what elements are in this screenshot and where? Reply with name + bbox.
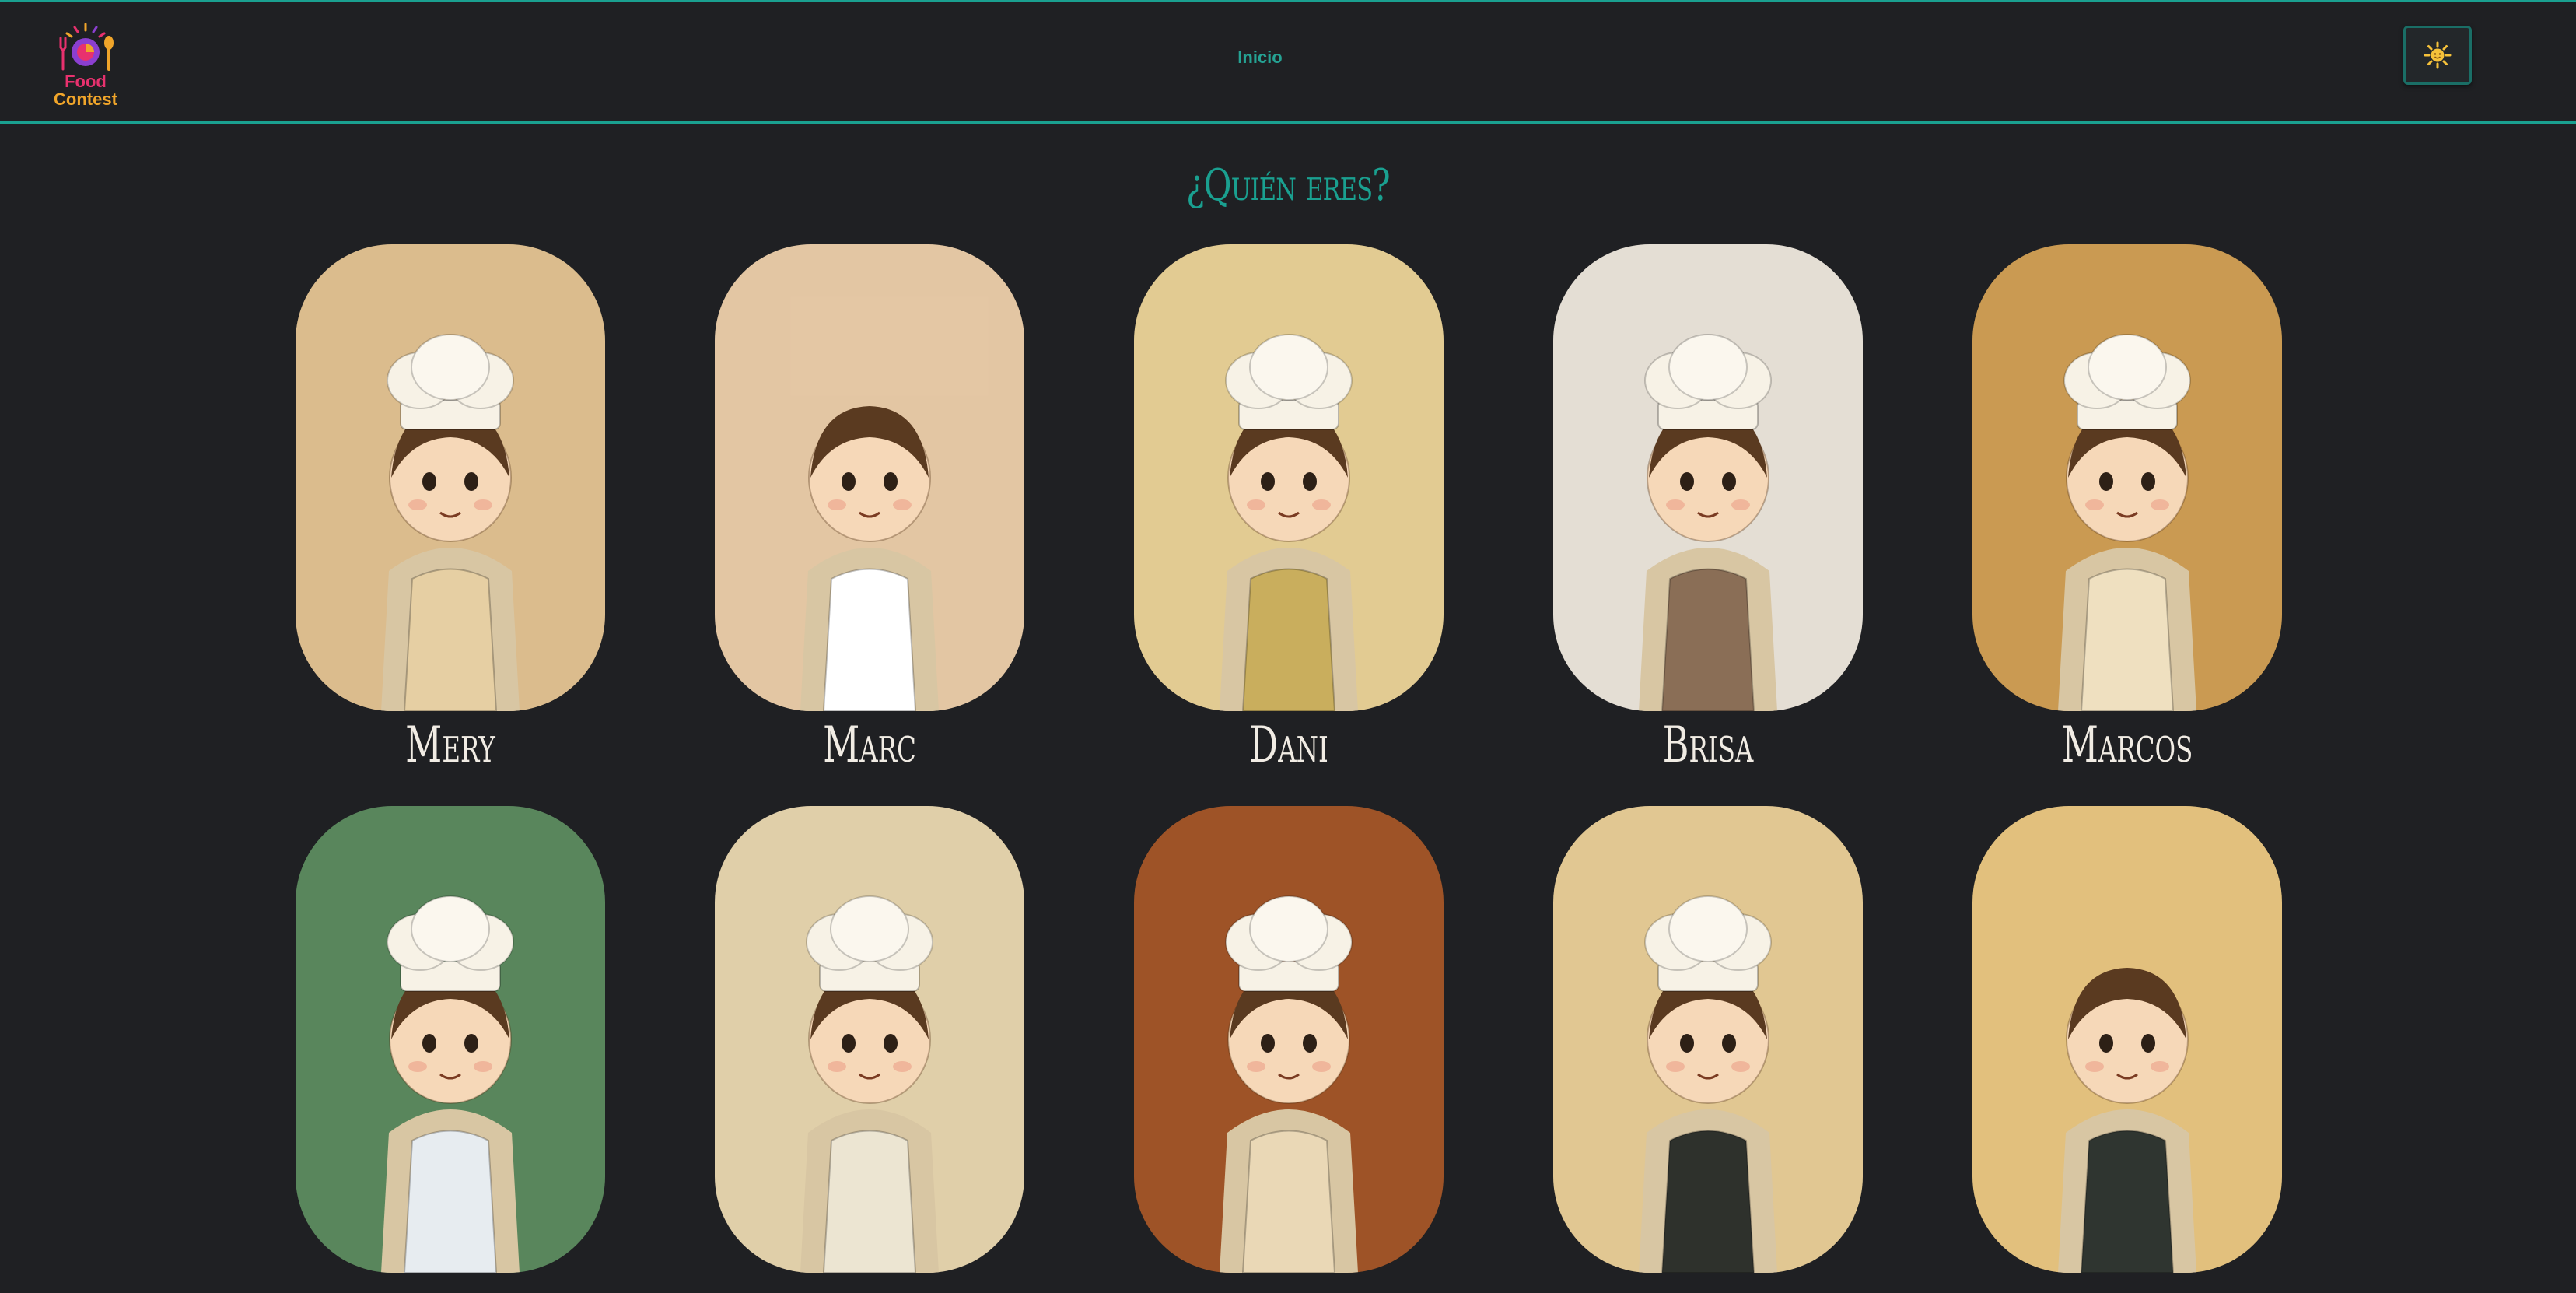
profile-card[interactable] <box>1972 806 2282 1273</box>
chef-illustration <box>1134 244 1444 711</box>
chef-illustration <box>296 806 605 1273</box>
profile-card-dani[interactable] <box>1134 244 1444 711</box>
profile-card[interactable] <box>296 806 605 1273</box>
chef-avatar-image <box>1134 806 1444 1273</box>
profile-card-marcos[interactable] <box>1972 244 2282 711</box>
profile-name[interactable]: Mery <box>339 714 562 776</box>
profile-card-mery[interactable] <box>296 244 605 711</box>
chef-illustration <box>1553 806 1863 1273</box>
profile-name[interactable]: Brisa <box>1597 714 1820 776</box>
profile-card-brisa[interactable] <box>1553 244 1863 711</box>
nav-link-inicio[interactable]: Inicio <box>1213 46 1307 69</box>
chef-avatar-image <box>1134 244 1444 711</box>
header-divider <box>0 121 2576 124</box>
chef-illustration <box>715 806 1024 1273</box>
chef-avatar-image <box>715 806 1024 1273</box>
chef-avatar-image <box>1553 806 1863 1273</box>
chef-avatar-image <box>1972 244 2282 711</box>
profile-card[interactable] <box>715 806 1024 1273</box>
profile-card[interactable] <box>1553 806 1863 1273</box>
profile-name[interactable]: Dani <box>1178 714 1401 776</box>
profile-card[interactable] <box>1134 806 1444 1273</box>
chef-avatar-image <box>296 806 605 1273</box>
chef-illustration <box>296 244 605 711</box>
profile-name[interactable]: Marcos <box>2016 714 2239 776</box>
profile-name[interactable]: Marc <box>758 714 982 776</box>
page: Food Contest Inicio ¿Quién eres? Mery Ma… <box>0 0 2576 1293</box>
chef-avatar-image <box>1553 244 1863 711</box>
profile-card-marc[interactable] <box>715 244 1024 711</box>
chef-illustration <box>715 244 1024 711</box>
page-title: ¿Quién eres? <box>1186 160 1391 211</box>
theme-toggle-button[interactable] <box>2403 26 2472 85</box>
chef-illustration <box>1134 806 1444 1273</box>
food-contest-logo[interactable]: Food Contest <box>48 21 123 110</box>
chef-avatar-image <box>296 244 605 711</box>
logo-text-line2: Contest <box>54 89 117 109</box>
top-navbar: Food Contest Inicio <box>0 0 2576 124</box>
chef-illustration <box>1553 244 1863 711</box>
fork-spoon-plate-icon <box>59 23 114 71</box>
chef-avatar-image <box>1972 806 2282 1273</box>
chef-illustration <box>1972 244 2282 711</box>
chef-illustration <box>1972 806 2282 1273</box>
sun-icon <box>2424 41 2452 69</box>
chef-avatar-image <box>715 244 1024 711</box>
logo-text-line1: Food <box>65 72 107 91</box>
